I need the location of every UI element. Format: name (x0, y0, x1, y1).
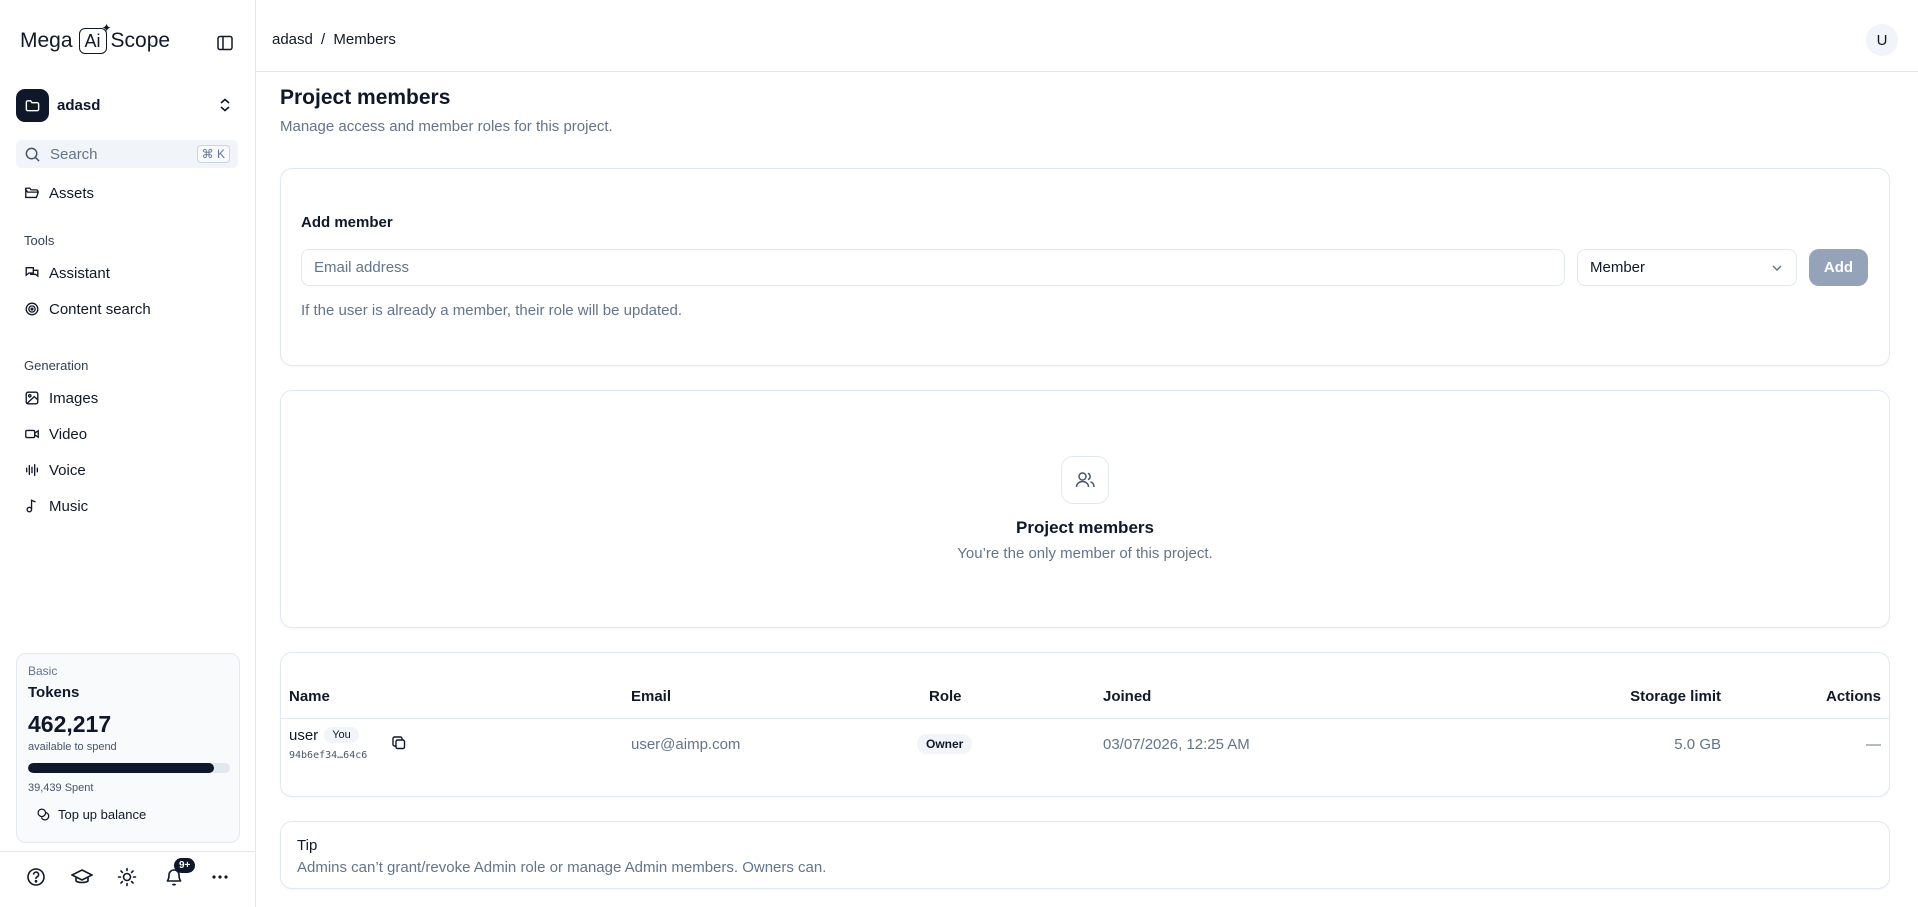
member-name-cell: user You (289, 727, 359, 744)
plan-label: Basic (28, 664, 58, 678)
member-email: user@aimp.com (631, 736, 741, 753)
search-input[interactable]: Search ⌘ K (16, 140, 238, 168)
table-header: Name Email Role Joined Storage limit Act… (281, 653, 1889, 719)
project-name: adasd (57, 96, 101, 114)
sidebar-item-content-search[interactable]: Content search (24, 298, 151, 320)
chat-icon (25, 267, 39, 278)
graduation-cap-icon[interactable] (70, 867, 94, 889)
breadcrumb-project[interactable]: adasd (272, 31, 313, 48)
members-table: Name Email Role Joined Storage limit Act… (280, 652, 1890, 797)
project-switcher[interactable]: adasd (16, 86, 240, 124)
tokens-progress-fill (28, 763, 214, 773)
top-up-button[interactable]: Top up balance (36, 807, 228, 822)
add-member-button[interactable]: Add (1809, 249, 1868, 286)
chevron-down-icon (1772, 264, 1782, 271)
member-storage-limit: 5.0 GB (1674, 736, 1721, 753)
sidebar-item-assets[interactable]: Assets (24, 182, 94, 204)
member-id: 94b6ef34…64c6 (289, 750, 368, 761)
column-actions: Actions (1825, 688, 1881, 705)
image-icon (25, 391, 39, 405)
tip-title: Tip (297, 837, 318, 854)
section-generation-label: Generation (24, 358, 89, 373)
search-icon (25, 147, 40, 162)
empty-state-title: Project members (1016, 518, 1154, 537)
tokens-progress-bar (28, 763, 230, 773)
brand-name-ai: Ai (84, 30, 101, 51)
sidebar: Mega Ai ✦ Scope adasd Search ⌘ K Assets T… (0, 0, 256, 907)
add-member-label: Add member (301, 214, 393, 231)
sidebar-item-label: Content search (49, 300, 151, 318)
sidebar-item-assistant[interactable]: Assistant (24, 262, 110, 284)
sidebar-item-voice[interactable]: Voice (24, 459, 86, 481)
search-shortcut: ⌘ K (196, 145, 230, 163)
column-email: Email (631, 688, 672, 705)
breadcrumb: adasd / Members (272, 31, 396, 48)
content-search-icon (25, 302, 39, 316)
folder-icon (16, 88, 49, 122)
sidebar-item-label: Video (49, 425, 88, 443)
sidebar-item-label: Music (49, 497, 89, 515)
top-bar: adasd / Members U (256, 0, 1918, 72)
copy-icon[interactable] (391, 735, 407, 755)
brand-logo[interactable]: Mega Ai ✦ Scope (20, 21, 171, 54)
folder-open-icon (25, 187, 40, 199)
page-subtitle: Manage access and member roles for this … (280, 118, 613, 135)
tokens-title: Tokens (28, 684, 80, 701)
main-content: adasd / Members U Project members Manage… (256, 0, 1918, 907)
add-member-card: Add member Member Add If the user is alr… (280, 168, 1890, 366)
tokens-spent: 39,439 Spent (28, 782, 94, 794)
more-icon[interactable] (210, 867, 232, 889)
sidebar-item-label: Assets (49, 184, 95, 202)
sidebar-item-music[interactable]: Music (24, 495, 88, 517)
role-badge: Owner (917, 734, 973, 754)
member-joined: 03/07/2026, 12:25 AM (1103, 736, 1250, 753)
brand-name-part1: Mega (20, 29, 73, 52)
sun-icon[interactable] (117, 867, 139, 889)
chevrons-up-down-icon (218, 97, 232, 117)
tokens-available-label: available to spend (28, 741, 117, 753)
column-storage-limit: Storage limit (1630, 688, 1721, 705)
avatar[interactable]: U (1866, 24, 1898, 56)
tip-card: Tip Admins can’t grant/revoke Admin role… (280, 821, 1890, 889)
tokens-amount: 462,217 (28, 711, 112, 737)
notification-badge: 9+ (174, 858, 196, 873)
member-actions: — (1866, 736, 1881, 753)
search-label: Search (50, 145, 98, 163)
video-icon (25, 429, 39, 439)
sidebar-item-label: Images (49, 389, 99, 407)
waveform-icon (26, 464, 38, 476)
sidebar-toggle-icon[interactable] (216, 34, 236, 54)
sidebar-item-video[interactable]: Video (24, 423, 87, 445)
coins-icon (37, 808, 50, 821)
brand-name-part2: Scope (110, 29, 171, 52)
users-icon (1061, 456, 1109, 504)
role-select[interactable]: Member (1577, 249, 1797, 286)
column-name: Name (289, 688, 330, 705)
you-badge: You (324, 727, 359, 743)
empty-state-text: You’re the only member of this project. (957, 545, 1213, 562)
sidebar-item-images[interactable]: Images (24, 387, 98, 409)
music-note-icon (26, 499, 36, 513)
column-role: Role (929, 688, 962, 705)
add-member-hint: If the user is already a member, their r… (301, 302, 683, 319)
breadcrumb-current: Members (333, 31, 396, 48)
page-title: Project members (280, 86, 451, 109)
top-up-label: Top up balance (58, 807, 147, 822)
column-joined: Joined (1103, 688, 1152, 705)
role-select-value: Member (1590, 259, 1646, 276)
sidebar-bottom-bar: 9+ (0, 851, 256, 907)
sidebar-item-label: Voice (49, 461, 86, 479)
empty-state-card: Project members You’re the only member o… (280, 390, 1890, 628)
tip-text: Admins can’t grant/revoke Admin role or … (297, 859, 827, 876)
brand-ai-box: Ai ✦ (78, 21, 112, 54)
help-icon[interactable] (26, 867, 48, 889)
email-field[interactable] (301, 249, 1565, 286)
sidebar-item-label: Assistant (49, 264, 110, 282)
section-tools-label: Tools (24, 233, 55, 248)
tokens-card: Basic Tokens 462,217 available to spend … (16, 653, 240, 843)
sparkle-icon: ✦ (101, 21, 112, 35)
member-name: user (289, 727, 319, 744)
breadcrumb-separator: / (321, 31, 326, 48)
